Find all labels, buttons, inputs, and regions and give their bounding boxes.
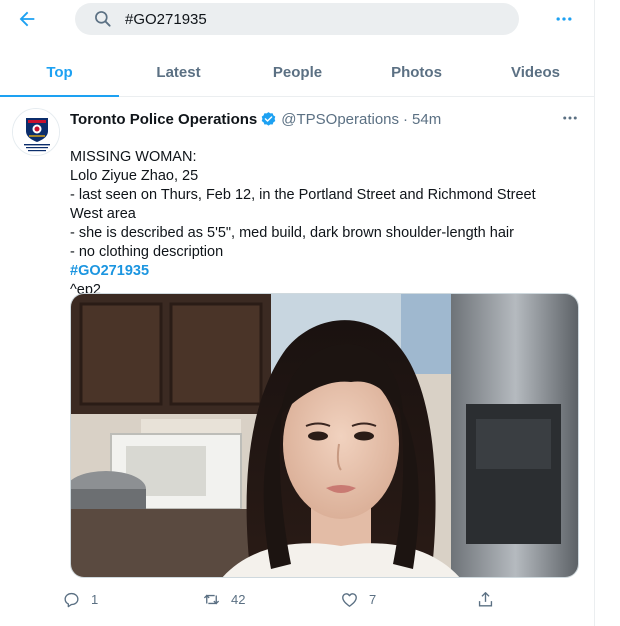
tweet-timestamp[interactable]: 54m (412, 111, 441, 128)
tweet-photo[interactable] (70, 293, 579, 578)
tweet-more-button[interactable] (559, 108, 581, 128)
back-button[interactable] (12, 4, 42, 34)
like-button[interactable]: 7 (340, 586, 376, 612)
tweet-header: Toronto Police Operations @TPSOperations… (70, 109, 441, 129)
tab-top[interactable]: Top (0, 48, 119, 97)
search-results-column: Top Latest People Photos Videos Toronto … (0, 0, 595, 626)
tab-people[interactable]: People (238, 48, 357, 96)
more-options-button[interactable] (551, 6, 577, 32)
search-box[interactable] (75, 3, 519, 35)
more-horizontal-icon (563, 116, 577, 120)
tweet-actions: 1 42 7 (62, 586, 502, 612)
more-horizontal-icon (556, 17, 572, 21)
tweet-line: MISSING WOMAN: (70, 149, 197, 165)
tab-videos[interactable]: Videos (476, 48, 595, 96)
separator-dot: · (403, 110, 409, 128)
tweet-text: MISSING WOMAN: Lolo Ziyue Zhao, 25 - las… (70, 148, 550, 300)
tab-latest[interactable]: Latest (119, 48, 238, 96)
display-name[interactable]: Toronto Police Operations (70, 111, 257, 128)
retweet-count: 42 (231, 591, 246, 607)
verified-badge-icon (260, 111, 277, 128)
tweet[interactable]: Toronto Police Operations @TPSOperations… (0, 98, 595, 626)
police-operations-logo (13, 109, 59, 155)
user-handle[interactable]: @TPSOperations (281, 111, 399, 128)
hashtag-link[interactable]: #GO271935 (70, 262, 550, 281)
reply-icon (64, 592, 79, 607)
retweet-button[interactable]: 42 (202, 586, 245, 612)
share-icon (478, 591, 493, 607)
search-icon (95, 11, 111, 27)
tweet-line: - last seen on Thurs, Feb 12, in the Por… (70, 187, 536, 222)
arrow-left-icon (19, 11, 35, 27)
retweet-icon (203, 594, 220, 604)
search-tabs: Top Latest People Photos Videos (0, 48, 595, 97)
tweet-line: Lolo Ziyue Zhao, 25 (70, 168, 199, 184)
search-header (0, 0, 595, 38)
portrait-photo (71, 294, 578, 577)
share-button[interactable] (476, 586, 495, 612)
heart-icon (342, 592, 357, 607)
reply-count: 1 (91, 591, 99, 607)
reply-button[interactable]: 1 (62, 586, 98, 612)
tab-photos[interactable]: Photos (357, 48, 476, 96)
search-input[interactable] (125, 3, 505, 35)
like-count: 7 (369, 591, 377, 607)
avatar[interactable] (12, 108, 60, 156)
tweet-line: - she is described as 5'5", med build, d… (70, 225, 514, 241)
tweet-line: - no clothing description (70, 244, 224, 260)
